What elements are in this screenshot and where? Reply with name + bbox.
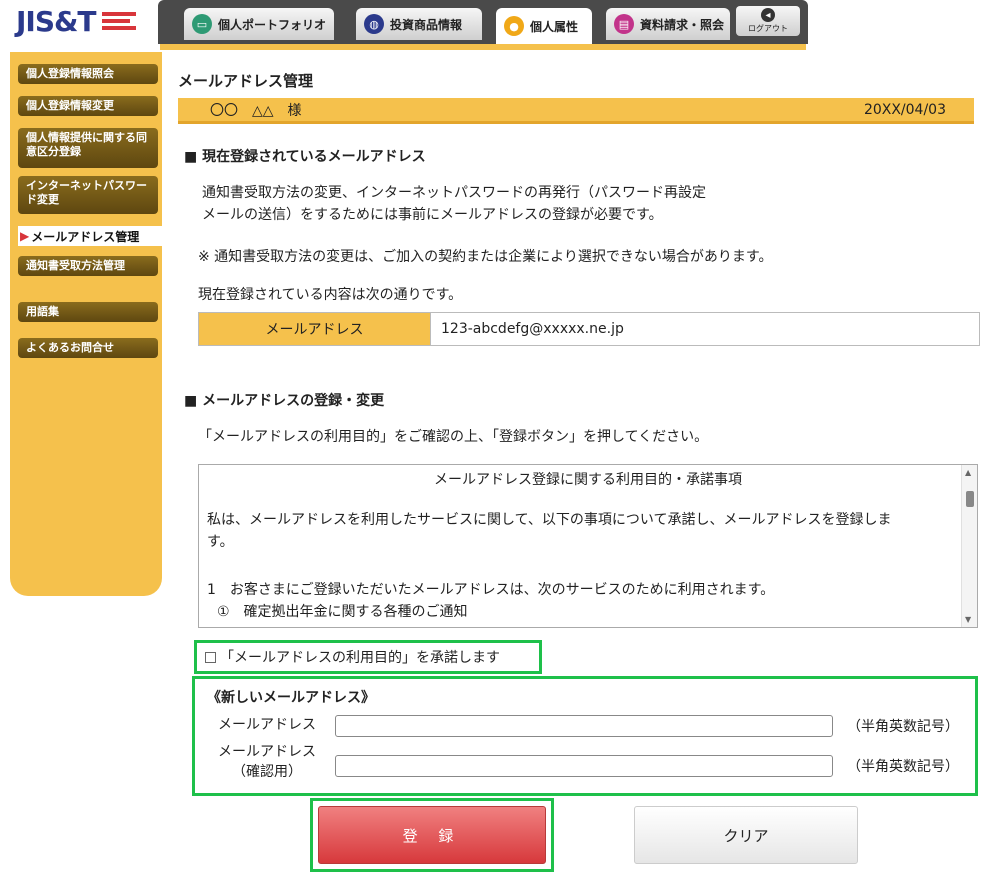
terms-line: す。 [207, 534, 234, 550]
terms-scrollbar[interactable]: ▲ ▼ [961, 465, 977, 627]
instruction-text: 「メールアドレスの利用目的」をご確認の上、「登録ボタン」を押してください。 [198, 429, 709, 445]
tab-label: 個人属性 [530, 19, 579, 34]
agree-box: 「メールアドレスの利用目的」を承諾します [194, 640, 542, 674]
email-hint: （半角英数記号） [847, 719, 959, 735]
header-divider [160, 44, 806, 50]
note-text: ※ 通知書受取方法の変更は、ご加入の契約または企業により選択できない場合がありま… [198, 249, 773, 265]
description-line-1: 通知書受取方法の変更、インターネットパスワードの再発行（パスワード再設定 [202, 185, 706, 201]
tab-label: 投資商品情報 [390, 17, 463, 32]
clear-button[interactable]: クリア [634, 806, 858, 864]
terms-title: メールアドレス登録に関する利用目的・承諾事項 [434, 472, 742, 488]
confirm-hint: （半角英数記号） [847, 759, 959, 775]
intro-text: 現在登録されている内容は次の通りです。 [198, 287, 463, 303]
register-button-frame: 登 録 [310, 798, 554, 872]
scroll-down-icon[interactable]: ▼ [965, 615, 971, 624]
current-arrow-icon: ▶ [20, 229, 30, 243]
sidebar-item-email[interactable]: ▶ メールアドレス管理 [18, 226, 166, 246]
sidebar-item-change[interactable]: 個人登録情報変更 [18, 96, 158, 116]
current-email-heading: ■ 現在登録されているメールアドレス [184, 149, 426, 165]
tab-investment[interactable]: ◍ 投資商品情報 [356, 8, 482, 40]
sidebar-item-inquiry[interactable]: 個人登録情報照会 [18, 64, 158, 84]
main-content: メールアドレス管理 〇〇 △△ 様 20XX/04/03 ■ 現在登録されている… [164, 52, 996, 896]
globe-icon: ◍ [364, 14, 384, 34]
sidebar-item-password[interactable]: インターネットパスワード変更 [18, 176, 158, 214]
email-table-header: メールアドレス [199, 313, 431, 345]
portfolio-icon: ▭ [192, 14, 212, 34]
sidebar-item-notice[interactable]: 通知書受取方法管理 [18, 256, 158, 276]
tab-label: 個人ポートフォリオ [218, 17, 327, 32]
logo[interactable]: JIS&T [16, 4, 136, 38]
header: JIS&T ▭ 個人ポートフォリオ ◍ 投資商品情報 ● 個人属性 ▤ 資料請求… [0, 0, 996, 50]
terms-textarea[interactable]: メールアドレス登録に関する利用目的・承諾事項 私は、メールアドレスを利用したサー… [198, 464, 978, 628]
terms-line: ① 確定拠出年金に関する各種のご通知 [217, 604, 468, 620]
current-date: 20XX/04/03 [863, 101, 946, 118]
logo-text: JIS&T [16, 4, 97, 38]
sidebar-item-consent[interactable]: 個人情報提供に関する同意区分登録 [18, 128, 158, 168]
new-email-box: 《新しいメールアドレス》 メールアドレス （半角英数記号） メールアドレス （確… [192, 676, 978, 796]
logout-icon: ◂ [761, 8, 775, 22]
scroll-up-icon[interactable]: ▲ [965, 468, 971, 477]
tab-documents[interactable]: ▤ 資料請求・照会 [606, 8, 730, 40]
description-line-2: メールの送信）をするためには事前にメールアドレスの登録が必要です。 [202, 207, 663, 223]
page-title: メールアドレス管理 [178, 72, 314, 90]
scroll-thumb[interactable] [966, 491, 974, 507]
user-bar: 〇〇 △△ 様 20XX/04/03 [178, 98, 974, 124]
email-input[interactable] [335, 715, 833, 737]
register-heading: ■ メールアドレスの登録・変更 [184, 393, 385, 409]
email-confirm-input[interactable] [335, 755, 833, 777]
tab-label: 資料請求・照会 [640, 17, 725, 32]
sidebar: 個人登録情報照会 個人登録情報変更 個人情報提供に関する同意区分登録 インターネ… [10, 52, 166, 596]
terms-line: 私は、メールアドレスを利用したサービスに関して、以下の事項について承諾し、メール… [207, 512, 892, 528]
current-email-table: メールアドレス 123-abcdefg@xxxxx.ne.jp [198, 312, 980, 346]
new-email-title: 《新しいメールアドレス》 [207, 690, 375, 706]
email-label: メールアドレス [218, 717, 316, 733]
tab-portfolio[interactable]: ▭ 個人ポートフォリオ [184, 8, 334, 40]
person-icon: ● [504, 16, 524, 36]
agree-label[interactable]: 「メールアドレスの利用目的」を承諾します [220, 647, 500, 667]
tab-personal[interactable]: ● 個人属性 [496, 8, 592, 44]
user-name: 〇〇 △△ 様 [210, 102, 302, 119]
sidebar-item-label: メールアドレス管理 [31, 229, 140, 244]
sidebar-item-faq[interactable]: よくあるお問合せ [18, 338, 158, 358]
logo-mark [101, 12, 136, 30]
logout-label: ログアウト [748, 24, 788, 33]
tab-bar: ▭ 個人ポートフォリオ ◍ 投資商品情報 ● 個人属性 ▤ 資料請求・照会 [158, 0, 808, 44]
register-button[interactable]: 登 録 [318, 806, 546, 864]
agree-checkbox[interactable] [205, 651, 216, 663]
sidebar-item-glossary[interactable]: 用語集 [18, 302, 158, 322]
terms-line: 1 お客さまにご登録いただいたメールアドレスは、次のサービスのために利用されます… [207, 582, 775, 598]
document-icon: ▤ [614, 14, 634, 34]
email-table-value: 123-abcdefg@xxxxx.ne.jp [441, 321, 624, 337]
logout-button[interactable]: ◂ ログアウト [736, 6, 800, 36]
confirm-label: メールアドレス [218, 744, 316, 760]
confirm-label-sub: （確認用） [232, 764, 302, 780]
